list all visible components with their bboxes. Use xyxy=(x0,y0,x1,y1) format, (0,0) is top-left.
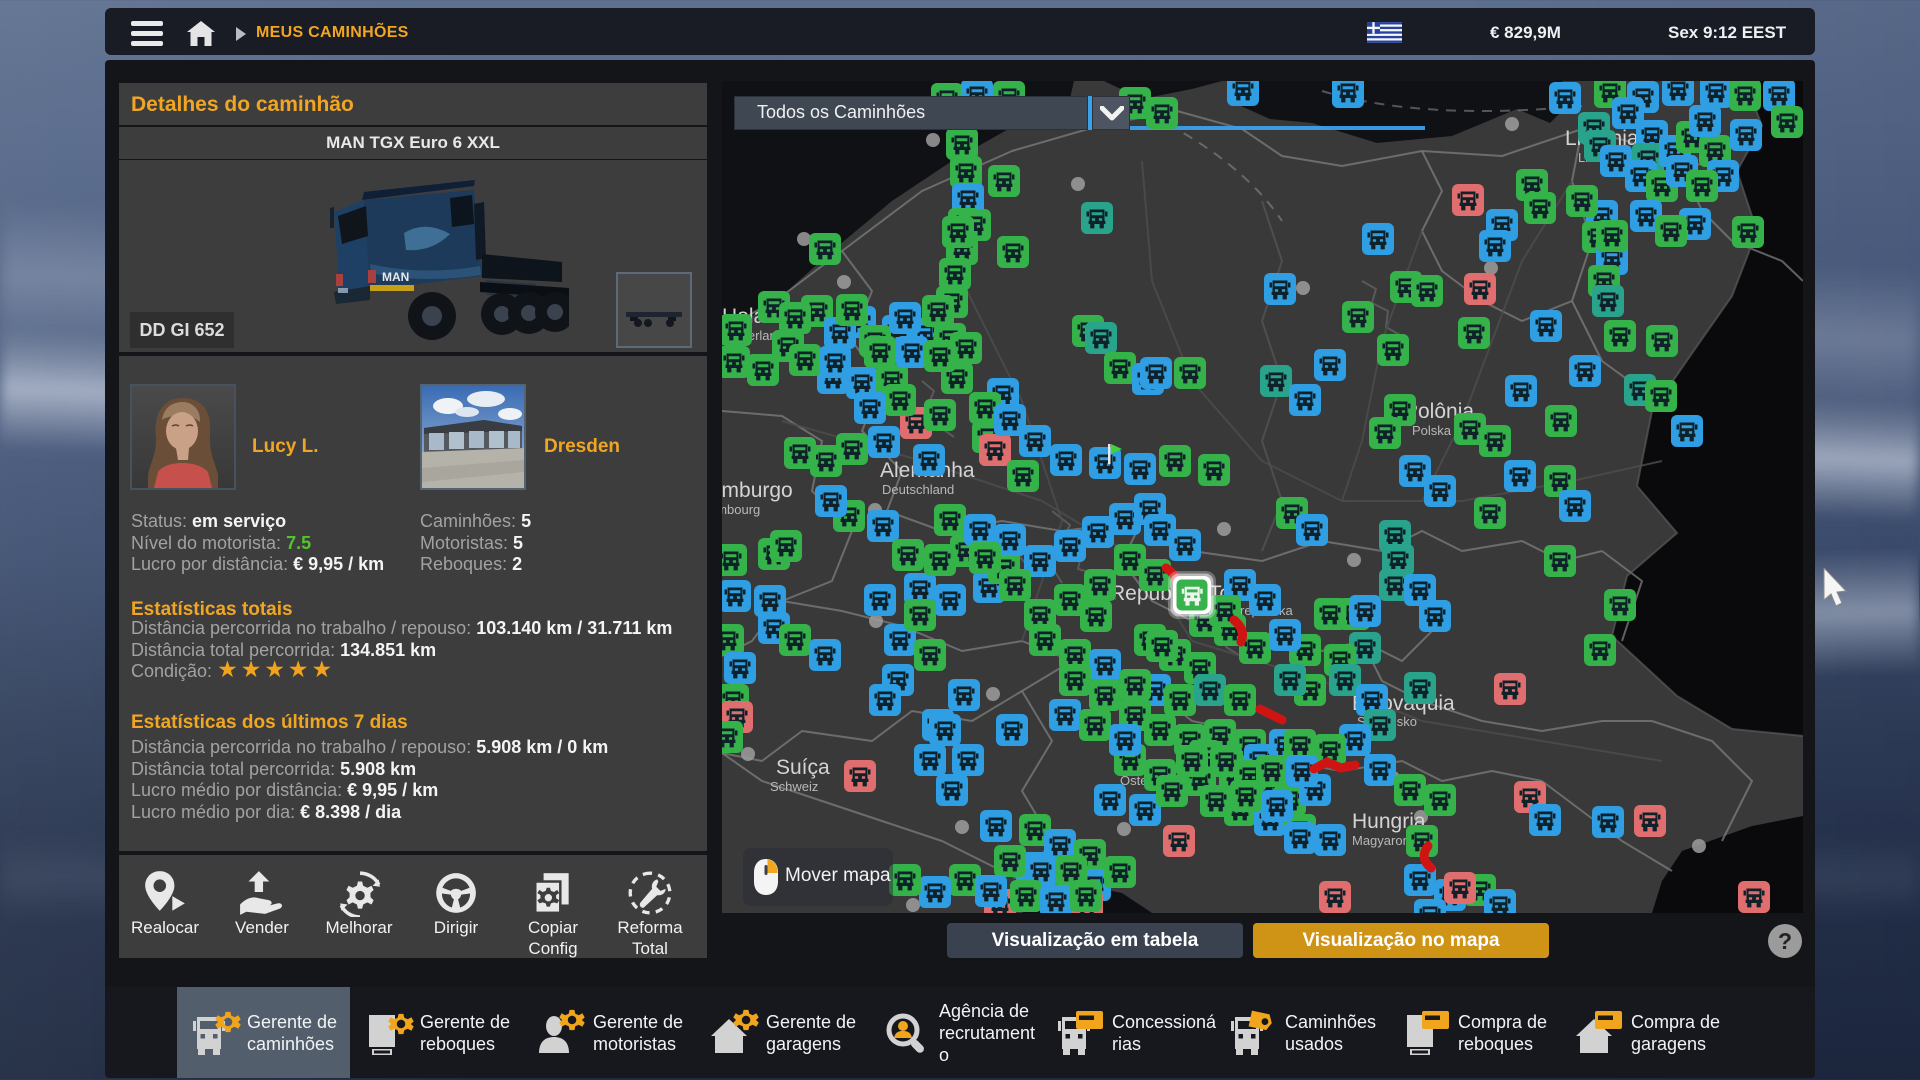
svg-text:Deutschland: Deutschland xyxy=(882,482,954,497)
svg-text:Polska: Polska xyxy=(1412,423,1452,438)
svg-text:MAN: MAN xyxy=(382,270,409,284)
svg-text:Suíça: Suíça xyxy=(776,756,830,779)
svg-text:Luxemburgo: Luxemburgo xyxy=(722,479,793,502)
svg-text:Luxembourg: Luxembourg xyxy=(722,502,760,517)
svg-text:Schweiz: Schweiz xyxy=(770,779,818,794)
